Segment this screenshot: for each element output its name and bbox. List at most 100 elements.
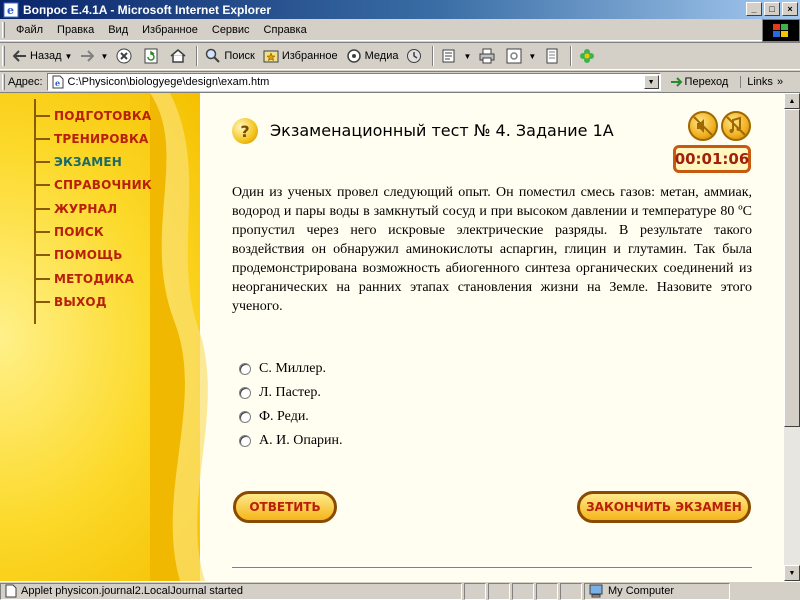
addressbar-grip[interactable] (2, 74, 5, 90)
toolbar-separator (570, 46, 573, 66)
discuss-button[interactable] (540, 44, 567, 68)
radio-button[interactable] (239, 411, 251, 423)
toolbar-grip[interactable] (2, 46, 5, 66)
mail-dropdown-icon[interactable]: ▼ (463, 52, 471, 61)
messenger-button[interactable] (575, 44, 602, 68)
nav-tick (36, 231, 50, 233)
zone-label: My Computer (608, 585, 675, 597)
stop-button[interactable] (112, 44, 139, 68)
nav-item-exam[interactable]: ЭКЗАМЕН (36, 155, 122, 169)
radio-button[interactable] (239, 363, 251, 375)
toolbar-separator (432, 46, 435, 66)
option-label: С. Миллер. (259, 361, 326, 376)
answer-option[interactable]: Ф. Реди. (239, 405, 343, 429)
go-arrow-icon (670, 77, 682, 87)
links-label[interactable]: Links (740, 76, 773, 88)
status-text: Applet physicon.journal2.LocalJournal st… (21, 585, 243, 597)
radio-button[interactable] (239, 387, 251, 399)
print-icon (479, 48, 495, 64)
history-button[interactable] (402, 44, 429, 68)
links-chevron-icon[interactable]: » (777, 76, 783, 88)
forward-dropdown-icon[interactable]: ▼ (100, 52, 108, 61)
minimize-button[interactable]: _ (746, 2, 762, 16)
page-icon: e (52, 75, 64, 89)
nav-item-preparation[interactable]: ПОДГОТОВКА (36, 109, 151, 123)
close-button[interactable]: × (782, 2, 798, 16)
nav-item-methodology[interactable]: МЕТОДИКА (36, 272, 134, 286)
music-muted-icon (726, 116, 746, 136)
music-off-button[interactable] (721, 111, 751, 141)
nav-tick (36, 208, 50, 210)
svg-text:e: e (55, 78, 60, 88)
radio-button[interactable] (239, 435, 251, 447)
back-button[interactable]: Назад ▼ (9, 44, 76, 68)
address-label: Адрес: (8, 76, 43, 88)
windows-logo-icon (762, 19, 800, 42)
nav-label: МЕТОДИКА (54, 272, 134, 286)
nav-item-search[interactable]: ПОИСК (36, 225, 104, 239)
answer-option[interactable]: С. Миллер. (239, 357, 343, 381)
menu-file[interactable]: Файл (9, 24, 50, 36)
question-text: Один из ученых провел следующий опыт. Он… (232, 185, 752, 314)
nav-label: СПРАВОЧНИК (54, 178, 152, 192)
nav-tick (36, 115, 50, 117)
answer-button[interactable]: ОТВЕТИТЬ (233, 491, 337, 523)
edit-button[interactable]: ▼ (502, 44, 540, 68)
window-title: Вопрос E.4.1A - Microsoft Internet Explo… (23, 2, 272, 17)
answer-option[interactable]: А. И. Опарин. (239, 429, 343, 453)
address-input[interactable]: e C:\Physicon\biologyege\design\exam.htm… (46, 73, 661, 91)
home-button[interactable] (166, 44, 193, 68)
security-zone: My Computer (584, 582, 730, 600)
option-label: Л. Пастер. (259, 385, 321, 400)
nav-tick (36, 301, 50, 303)
option-label: Ф. Реди. (259, 409, 309, 424)
edit-dropdown-icon[interactable]: ▼ (528, 52, 536, 61)
question-icon: ? (232, 118, 258, 144)
nav-item-exit[interactable]: ВЫХОД (36, 295, 107, 309)
menubar-grip[interactable] (2, 21, 5, 38)
nav-item-help[interactable]: ПОМОЩЬ (36, 248, 123, 262)
menu-view[interactable]: Вид (101, 24, 135, 36)
back-dropdown-icon[interactable]: ▼ (65, 52, 73, 61)
nav-label: ПОИСК (54, 225, 104, 239)
menu-help[interactable]: Справка (257, 24, 314, 36)
scroll-down-button[interactable]: ▼ (784, 565, 800, 581)
mail-button[interactable]: ▼ (437, 44, 475, 68)
forward-button[interactable]: ▼ (76, 44, 112, 68)
nav-label: ТРЕНИРОВКА (54, 132, 149, 146)
nav-item-training[interactable]: ТРЕНИРОВКА (36, 132, 149, 146)
vertical-scrollbar[interactable]: ▲ ▼ (784, 93, 800, 581)
search-label: Поиск (224, 50, 255, 62)
menu-tools[interactable]: Сервис (205, 24, 257, 36)
search-button[interactable]: Поиск (201, 44, 258, 68)
refresh-button[interactable] (139, 44, 166, 68)
address-bar: Адрес: e C:\Physicon\biologyege\design\e… (0, 71, 800, 93)
nav-tick (36, 254, 50, 256)
favorites-button[interactable]: Избранное (259, 44, 342, 68)
menu-edit[interactable]: Правка (50, 24, 101, 36)
sound-off-button[interactable] (688, 111, 718, 141)
media-button[interactable]: Медиа (342, 44, 403, 68)
maximize-button[interactable]: □ (764, 2, 780, 16)
finish-exam-button[interactable]: ЗАКОНЧИТЬ ЭКЗАМЕН (577, 491, 751, 523)
status-bar: Applet physicon.journal2.LocalJournal st… (0, 581, 800, 600)
status-panel (536, 582, 558, 600)
nav-label: ЖУРНАЛ (54, 202, 118, 216)
menu-favorites[interactable]: Избранное (135, 24, 205, 36)
scroll-up-button[interactable]: ▲ (784, 93, 800, 109)
scroll-thumb[interactable] (784, 109, 800, 427)
status-panel (488, 582, 510, 600)
print-button[interactable] (475, 44, 502, 68)
my-computer-icon (589, 584, 603, 598)
speaker-muted-icon (693, 116, 713, 136)
address-dropdown-icon[interactable]: ▼ (643, 75, 659, 89)
nav-label: ПОДГОТОВКА (54, 109, 152, 123)
answer-option[interactable]: Л. Пастер. (239, 381, 343, 405)
status-message: Applet physicon.journal2.LocalJournal st… (0, 582, 462, 600)
go-button[interactable]: Переход (669, 75, 729, 89)
nav-item-reference[interactable]: СПРАВОЧНИК (36, 178, 152, 192)
media-icon (346, 49, 361, 63)
nav-item-journal[interactable]: ЖУРНАЛ (36, 202, 117, 216)
forward-arrow-icon (81, 50, 95, 62)
go-label: Переход (684, 76, 729, 88)
